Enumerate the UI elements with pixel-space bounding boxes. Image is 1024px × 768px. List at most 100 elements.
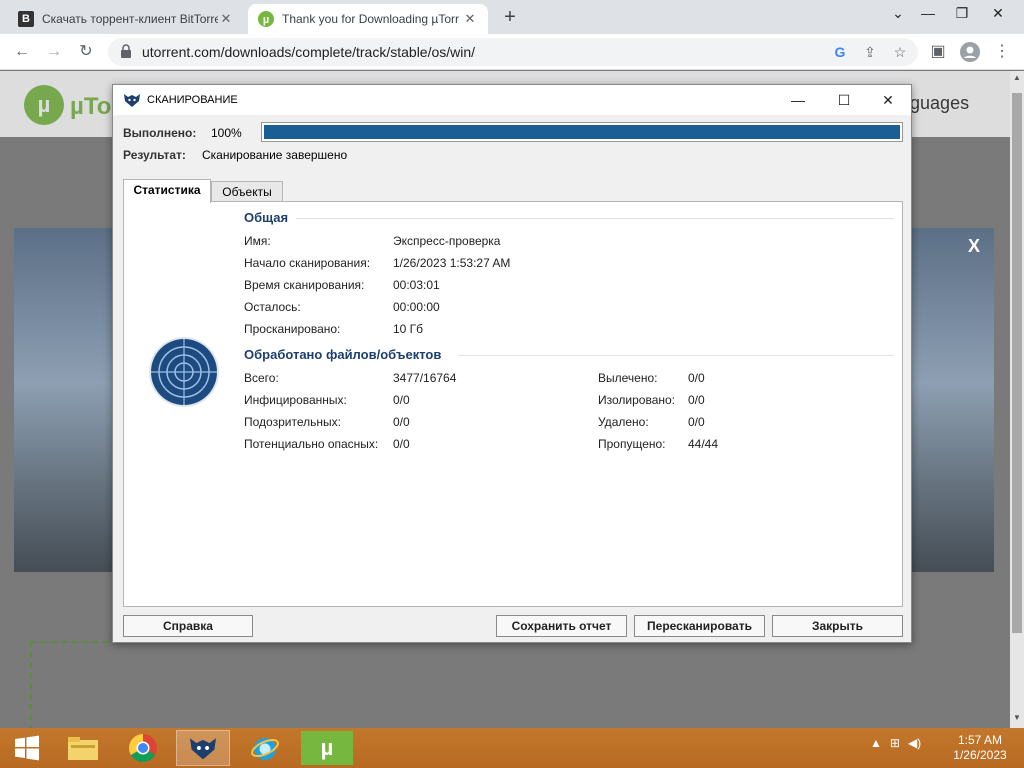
dialog-title-bar[interactable]: СКАНИРОВАНИЕ — ☐ ✕ [113,85,911,115]
processed-left-value: 0/0 [393,437,410,451]
progress-fill [264,125,900,139]
dialog-title: СКАНИРОВАНИЕ [147,94,238,106]
general-row-value: 10 Гб [393,322,424,336]
start-button[interactable] [0,730,54,766]
internet-explorer-taskbar-button[interactable] [238,730,292,766]
processed-right-label: Изолировано: [598,393,676,407]
chrome-taskbar-button[interactable] [116,730,170,766]
tab-objects[interactable]: Объекты [211,181,283,203]
dialog-maximize-button[interactable]: ☐ [829,89,859,111]
reload-icon[interactable]: ↻ [74,40,98,64]
processed-left-label: Потенциально опасных: [244,437,379,451]
google-icon[interactable]: G [830,42,850,62]
profile-avatar-icon[interactable] [958,40,982,64]
processed-left-label: Инфицированных: [244,393,347,407]
utorrent-logo-icon[interactable]: µ [24,85,64,125]
browser-tab-bittorrent[interactable]: B Скачать торрент-клиент BitTorre ✕ [8,4,244,34]
utorrent-taskbar-button[interactable]: µ [300,730,354,766]
general-row-value: Экспресс-проверка [393,234,501,248]
processed-right-label: Удалено: [598,415,649,429]
processed-right-label: Пропущено: [598,437,666,451]
address-bar[interactable]: utorrent.com/downloads/complete/track/st… [108,38,918,66]
processed-right-value: 44/44 [688,437,719,451]
file-explorer-taskbar-button[interactable] [56,730,110,766]
folder-icon [68,737,98,760]
clock-date: 1/26/2023 [953,748,1007,762]
scan-progress-bar [261,122,903,142]
processed-right-value: 0/0 [688,371,705,385]
general-row-label: Начало сканирования: [244,256,371,270]
share-icon[interactable]: ⇪ [860,42,880,62]
lock-icon [121,44,131,58]
processed-left-label: Всего: [244,371,279,385]
utorrent-favicon-icon: µ [258,11,274,27]
processed-right-value: 0/0 [688,393,705,407]
progress-label: Выполнено: [123,126,197,140]
restore-window-button[interactable]: ❐ [948,2,976,24]
hero-close-icon[interactable]: X [968,236,980,257]
volume-icon[interactable]: ◀) [908,736,921,750]
side-panel-icon[interactable]: ▣ [926,40,950,64]
processed-left-value: 3477/16764 [393,371,457,385]
clock-time: 1:57 AM [957,733,1003,747]
tab-statistics[interactable]: Статистика [123,179,211,203]
internet-explorer-icon [251,738,279,760]
windows-taskbar: µ ▲ ⊞ ◀) 1:57 AM 1/26/2023 [0,728,1024,768]
radar-scan-icon [149,337,219,407]
general-row-label: Имя: [244,234,271,248]
rescan-button[interactable]: Пересканировать [634,615,765,637]
processed-left-label: Подозрительных: [244,415,341,429]
processed-right-value: 0/0 [688,415,705,429]
processed-left-value: 0/0 [393,393,410,407]
general-row-label: Осталось: [244,300,301,314]
tab-title: Thank you for Downloading µTorr [282,12,459,26]
new-tab-button[interactable]: + [498,6,522,30]
system-tray: ▲ ⊞ ◀) [870,736,921,750]
help-button[interactable]: Справка [123,615,253,637]
close-tab-icon[interactable]: ✕ [462,11,478,27]
chevron-down-icon[interactable]: ⌄ [884,2,912,24]
bear-antivirus-icon [190,738,216,760]
save-report-button[interactable]: Сохранить отчет [496,615,627,637]
result-label: Результат: [123,148,186,162]
bookmark-star-icon[interactable]: ☆ [890,42,910,62]
dialog-close-button[interactable]: ✕ [873,89,903,111]
close-window-button[interactable]: ✕ [984,2,1012,24]
chrome-icon [129,734,157,762]
network-icon[interactable]: ⊞ [890,736,900,750]
section-general-heading: Общая [244,210,289,225]
close-tab-icon[interactable]: ✕ [218,11,234,27]
scroll-down-icon[interactable]: ▼ [1012,713,1022,722]
url-text[interactable]: utorrent.com/downloads/complete/track/st… [142,44,475,60]
section-divider [458,355,894,356]
general-row-label: Время сканирования: [244,278,365,292]
svg-text:µ: µ [263,14,269,26]
processed-left-value: 0/0 [393,415,410,429]
general-row-label: Просканировано: [244,322,341,336]
more-menu-icon[interactable]: ⋮ [990,40,1014,64]
general-row-value: 00:03:01 [393,278,440,292]
tab-title: Скачать торрент-клиент BitTorre [42,12,218,26]
progress-value: 100% [211,126,242,140]
show-hidden-icons-icon[interactable]: ▲ [870,736,882,750]
close-button[interactable]: Закрыть [772,615,903,637]
utorrent-icon: µ [301,731,353,765]
scrollbar-thumb[interactable] [1012,93,1022,633]
statistics-panel: Общая Имя: Экспресс-проверка Начало сканир… [123,201,903,607]
browser-toolbar: ← → ↻ utorrent.com/downloads/complete/tr… [0,34,1024,70]
processed-right-label: Вылечено: [598,371,658,385]
page-scrollbar[interactable]: ▲ ▼ [1010,71,1024,728]
browser-tab-utorrent[interactable]: µ Thank you for Downloading µTorr ✕ [248,4,488,34]
section-processed-heading: Обработано файлов/объектов [244,347,442,362]
scroll-up-icon[interactable]: ▲ [1012,73,1022,82]
minimize-window-button[interactable]: — [914,2,942,24]
antivirus-taskbar-button[interactable] [176,730,230,766]
back-arrow-icon[interactable]: ← [10,40,34,64]
section-divider [296,218,894,219]
forward-arrow-icon[interactable]: → [42,40,66,64]
bittorrent-favicon-icon: B [18,11,34,27]
dashed-decoration [30,641,150,731]
taskbar-clock[interactable]: 1:57 AM 1/26/2023 [944,733,1016,763]
result-value: Сканирование завершено [202,148,348,162]
dialog-minimize-button[interactable]: — [783,89,813,111]
